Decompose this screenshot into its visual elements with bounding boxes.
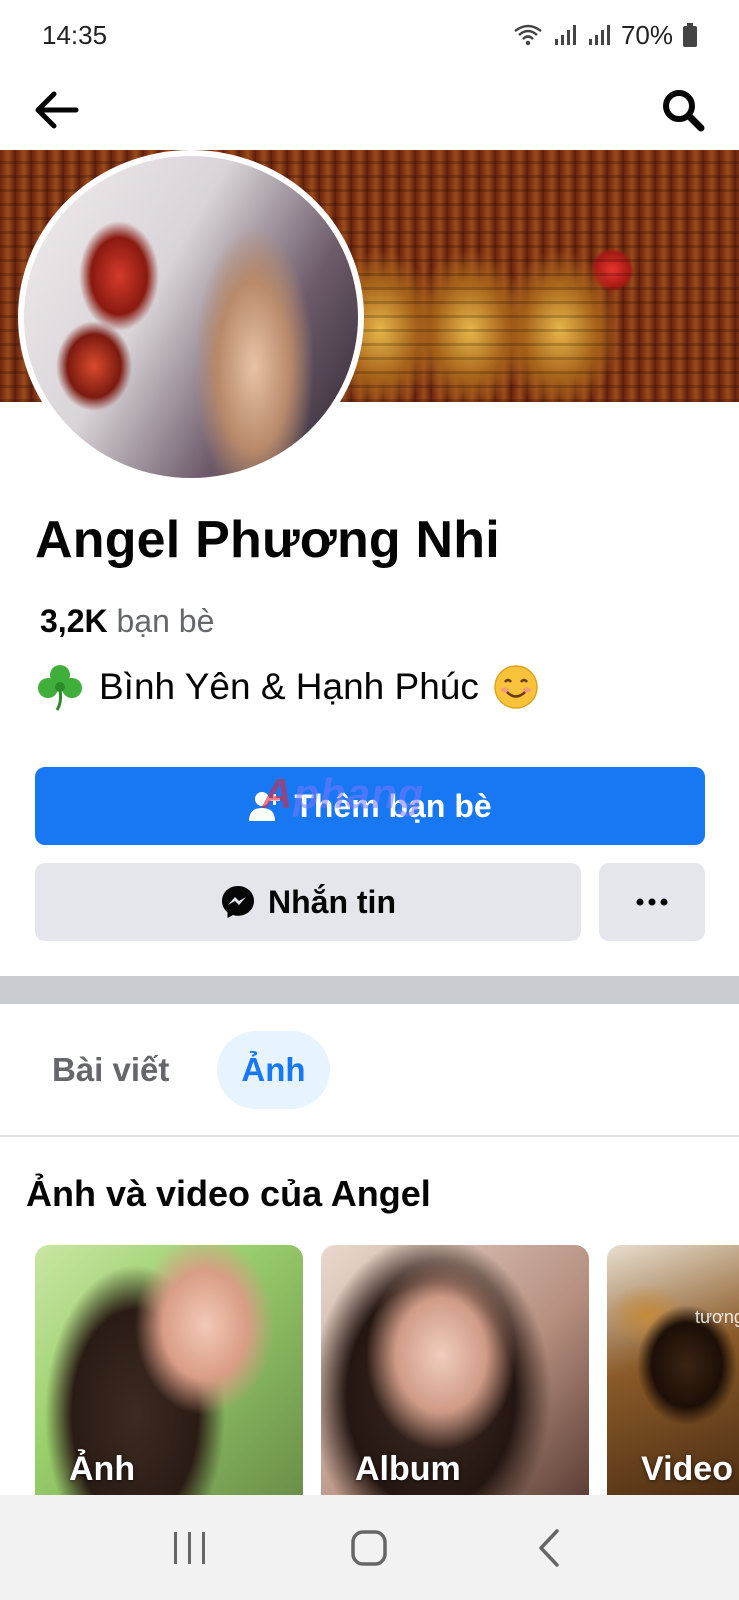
- profile-tabs: Bài viết Ảnh: [28, 1030, 330, 1110]
- bio-text: Bình Yên & Hạnh Phúc: [99, 666, 479, 707]
- search-icon: [663, 90, 705, 132]
- smiling-face-icon: [494, 665, 538, 709]
- chevron-left-icon: [539, 1528, 559, 1567]
- messenger-icon: [222, 886, 254, 918]
- back-button[interactable]: [28, 82, 84, 138]
- media-card-video[interactable]: tương Video: [607, 1245, 739, 1495]
- home-icon: [351, 1529, 388, 1566]
- media-card-photos[interactable]: Ảnh: [35, 1245, 303, 1495]
- media-card-overlay-text: tương: [695, 1307, 739, 1327]
- media-card-label: Album: [355, 1450, 461, 1488]
- friends-label: bạn bè: [116, 603, 215, 639]
- tab-posts[interactable]: Bài viết: [28, 1031, 193, 1109]
- home-button[interactable]: [329, 1508, 409, 1588]
- battery-icon: [683, 23, 697, 47]
- recent-apps-button[interactable]: [150, 1508, 230, 1588]
- add-friend-button[interactable]: Thêm bạn bè: [35, 767, 705, 845]
- signal-icon: [554, 25, 576, 45]
- tabs-divider: [0, 1135, 739, 1137]
- back-arrow-icon: [35, 91, 79, 129]
- search-button[interactable]: [655, 82, 711, 138]
- recent-apps-icon: [173, 1531, 205, 1564]
- wifi-icon: [514, 24, 542, 46]
- signal-icon: [588, 25, 610, 45]
- friends-count: 3,2K: [40, 603, 108, 639]
- tab-photos[interactable]: Ảnh: [217, 1031, 330, 1109]
- media-section-title: Ảnh và video của Angel: [26, 1173, 431, 1214]
- message-label: Nhắn tin: [268, 883, 396, 920]
- add-friend-label: Thêm bạn bè: [294, 787, 492, 824]
- more-options-button[interactable]: [599, 863, 705, 941]
- avatar-image: [24, 156, 358, 478]
- media-card-label: Video: [641, 1450, 733, 1488]
- profile-bio: Bình Yên & Hạnh Phúc: [35, 662, 539, 712]
- profile-name: Angel Phương Nhi: [35, 511, 500, 569]
- media-card-album[interactable]: Album: [321, 1245, 589, 1495]
- status-icons: 70%: [513, 20, 697, 51]
- add-friend-icon: [249, 792, 281, 821]
- top-nav: [0, 70, 739, 150]
- system-back-button[interactable]: [509, 1508, 589, 1588]
- profile-avatar[interactable]: [18, 150, 364, 484]
- media-strip: Ảnh Album tương Video: [35, 1245, 739, 1495]
- shamrock-icon: [38, 665, 82, 711]
- friends-count-line[interactable]: 3,2K bạn bè: [40, 603, 214, 640]
- battery-percent: 70%: [620, 19, 673, 50]
- message-button[interactable]: Nhắn tin: [35, 863, 581, 941]
- section-divider: [0, 976, 739, 1004]
- status-bar: 14:35 70%: [0, 0, 739, 70]
- more-dots-icon: [636, 898, 668, 906]
- system-nav-bar: [0, 1495, 739, 1600]
- media-card-label: Ảnh: [69, 1450, 136, 1488]
- status-time: 14:35: [42, 19, 108, 50]
